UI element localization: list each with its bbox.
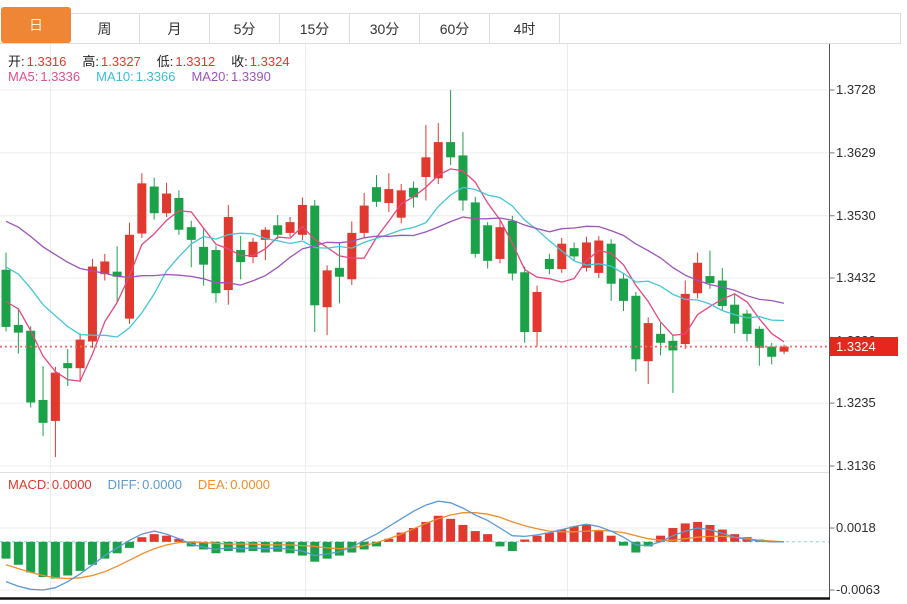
tab-30min[interactable]: 30分 xyxy=(350,14,420,43)
legend-item: DIFF:0.0000 xyxy=(108,477,186,492)
candlestick-layer xyxy=(2,90,789,457)
axis-tick-label: 1.3136 xyxy=(836,458,876,473)
chart-canvas[interactable] xyxy=(0,0,907,604)
ma5-line xyxy=(6,169,784,381)
macd-panel xyxy=(0,501,829,590)
tab-month[interactable]: 月 xyxy=(140,14,210,43)
tab-week[interactable]: 周 xyxy=(70,14,140,43)
tab-day-active[interactable]: 日 xyxy=(1,7,71,43)
legend-item: DEA:0.0000 xyxy=(198,477,274,492)
tab-5min[interactable]: 5分 xyxy=(210,14,280,43)
tab-day[interactable]: 日 xyxy=(0,14,70,43)
legend-item: 收:1.3324 xyxy=(231,54,293,69)
axis-tick-label: -0.0063 xyxy=(836,582,880,597)
axis-tick-label: 1.3530 xyxy=(836,208,876,223)
legend-item: MA20:1.3390 xyxy=(191,69,274,84)
diff-line xyxy=(6,501,784,590)
current-price-tag: 1.3324 xyxy=(830,337,898,356)
ohlc-legend: 开:1.3316 高:1.3327 低:1.3312 收:1.3324 xyxy=(8,51,306,70)
axis-tick-label: 1.3432 xyxy=(836,270,876,285)
ma10-line xyxy=(6,187,784,337)
legend-item: MA5:1.3336 xyxy=(8,69,84,84)
ma-lines xyxy=(6,169,784,381)
legend-item: MACD:0.0000 xyxy=(8,477,96,492)
macd-legend: MACD:0.0000 DIFF:0.0000 DEA:0.0000 xyxy=(8,477,286,492)
legend-item: 开:1.3316 xyxy=(8,54,70,69)
tab-15min[interactable]: 15分 xyxy=(280,14,350,43)
ma-legend: MA5:1.3336 MA10:1.3366 MA20:1.3390 xyxy=(8,69,287,84)
legend-item: 低:1.3312 xyxy=(157,54,219,69)
period-tab-bar: 日周月5分15分30分60分4时 xyxy=(0,13,901,44)
tab-60min[interactable]: 60分 xyxy=(420,14,490,43)
axis-tick-label: 1.3235 xyxy=(836,395,876,410)
tab-4hour[interactable]: 4时 xyxy=(490,14,560,43)
legend-item: MA10:1.3366 xyxy=(96,69,179,84)
legend-item: 高:1.3327 xyxy=(82,54,144,69)
axis-tick-label: 1.3728 xyxy=(836,82,876,97)
gridlines xyxy=(0,44,829,597)
axis-tick-label: 0.0018 xyxy=(836,520,876,535)
price-axis xyxy=(0,44,835,599)
chart-window: 日周月5分15分30分60分4时 开:1.3316 高:1.3327 低:1.331… xyxy=(0,0,907,604)
axis-tick-label: 1.3629 xyxy=(836,145,876,160)
